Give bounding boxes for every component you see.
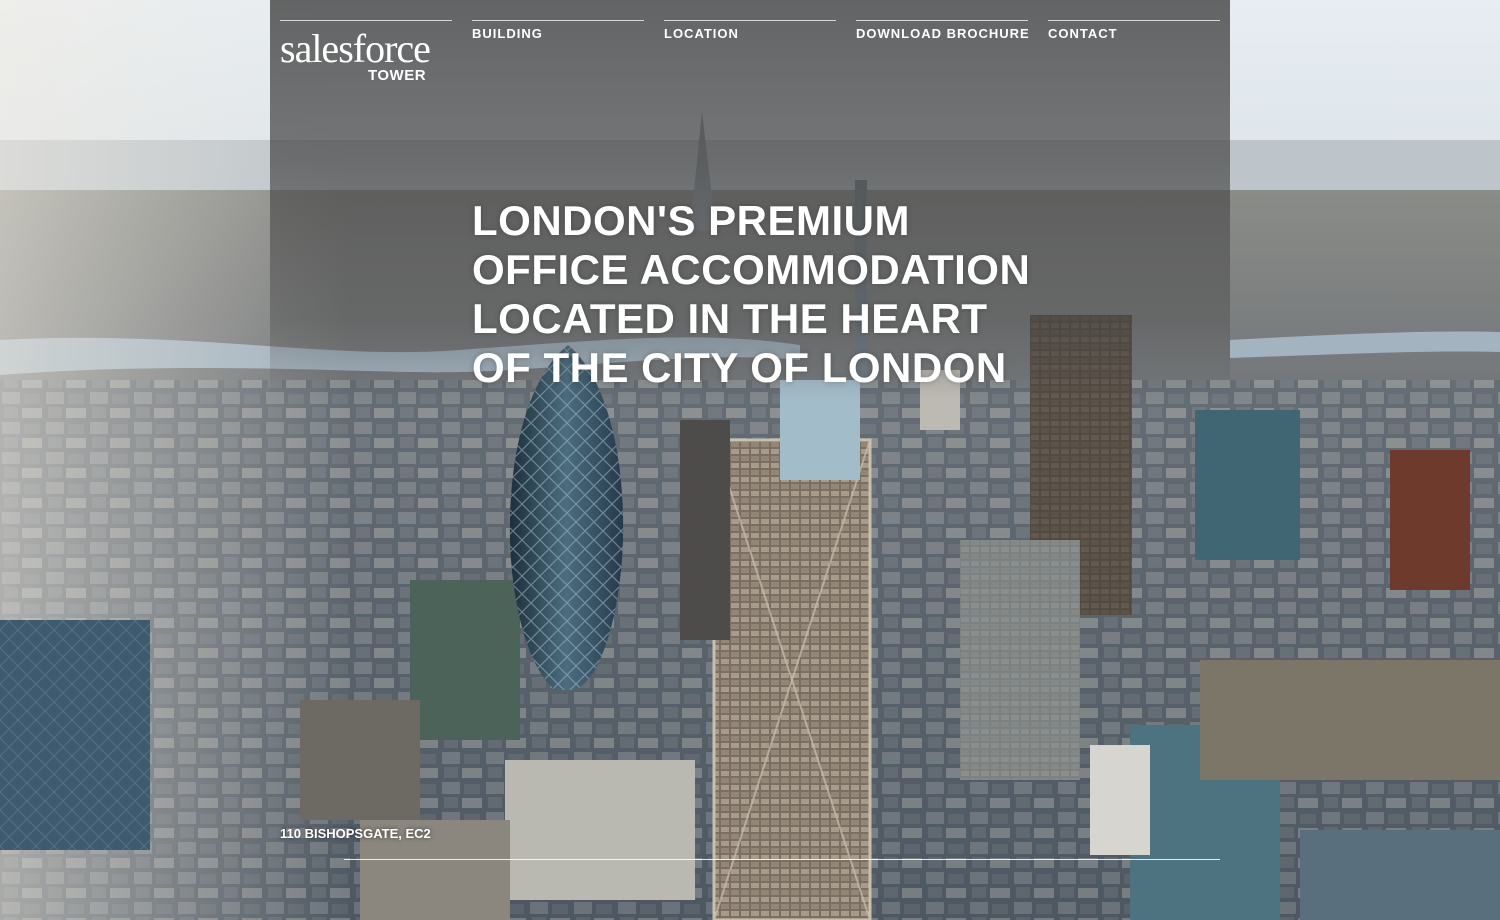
headline-line-4: OF THE CITY OF LONDON	[472, 344, 1007, 391]
page: salesforce TOWER BUILDING LOCATION DOWNL…	[0, 0, 1500, 920]
headline-line-2: OFFICE ACCOMMODATION	[472, 246, 1031, 293]
headline-line-3: LOCATED IN THE HEART	[472, 295, 988, 342]
nav-item-contact[interactable]: CONTACT	[1048, 20, 1220, 41]
logo-subtitle: TOWER	[368, 67, 427, 84]
logo-wordmark: salesforce	[280, 26, 431, 71]
main-navigation: BUILDING LOCATION DOWNLOAD BROCHURE CONT…	[472, 20, 1230, 50]
salesforce-tower-logo[interactable]: salesforce TOWER	[280, 20, 452, 91]
nav-item-download-brochure[interactable]: DOWNLOAD BROCHURE	[856, 20, 1029, 41]
hero-headline: LONDON'S PREMIUM OFFICE ACCOMMODATION LO…	[472, 196, 1172, 392]
headline-line-1: LONDON'S PREMIUM	[472, 197, 910, 244]
footer-divider	[344, 859, 1220, 860]
nav-item-building[interactable]: BUILDING	[472, 20, 644, 41]
building-address: 110 BISHOPSGATE, EC2	[280, 826, 431, 841]
nav-item-location[interactable]: LOCATION	[664, 20, 836, 41]
